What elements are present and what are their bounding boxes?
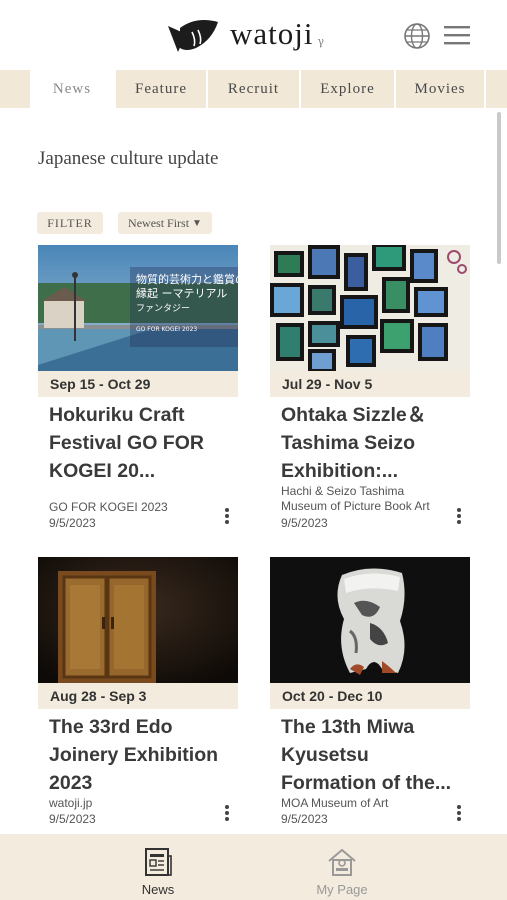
more-options-icon[interactable] <box>456 804 462 822</box>
poster-text-fantasy: ファンタジー <box>136 303 190 314</box>
logo-text: watoji <box>230 16 314 51</box>
publish-date: 9/5/2023 <box>281 516 328 530</box>
publish-date: 9/5/2023 <box>281 812 328 826</box>
svg-text:物質的芸術力と鑑賞の: 物質的芸術力と鑑賞の <box>136 272 238 286</box>
event-date: Aug 28 - Sep 3 <box>38 683 238 709</box>
hamburger-menu-icon[interactable] <box>444 24 470 46</box>
article-source: GO FOR KOGEI 2023 <box>49 500 168 514</box>
article-image <box>270 557 470 683</box>
tab-feature[interactable]: Feature <box>114 70 206 108</box>
sort-dropdown[interactable]: Newest First ▼ <box>118 212 212 234</box>
caret-down-icon: ▼ <box>192 217 202 229</box>
section-title: Japanese culture update <box>38 148 219 169</box>
nav-my-page-label: My Page <box>316 882 368 897</box>
house-icon <box>328 848 356 876</box>
tab-next-partial[interactable] <box>484 70 507 108</box>
article-title[interactable]: The 13th Miwa Kyusetsu Formation of the.… <box>281 713 466 797</box>
event-date: Oct 20 - Dec 10 <box>270 683 470 709</box>
sort-label: Newest First <box>128 215 190 230</box>
nav-news-label: News <box>141 882 175 897</box>
article-title[interactable]: Hokuriku Craft Festival GO FOR KOGEI 20.… <box>49 401 234 485</box>
article-source: Hachi & Seizo Tashima Museum of Picture … <box>281 484 430 513</box>
article-card[interactable]: 物質的芸術力と鑑賞の 縁起 ーマテリアル ファンタジー GO FOR KOGEI… <box>38 245 238 535</box>
article-image: 物質的芸術力と鑑賞の 縁起 ーマテリアル ファンタジー GO FOR KOGEI… <box>38 245 238 371</box>
logo-sup: γ <box>317 35 325 48</box>
article-image <box>270 245 470 371</box>
article-card[interactable]: Aug 28 - Sep 3 The 33rd Edo Joinery Exhi… <box>38 557 238 829</box>
svg-text:縁起 ーマテリアル: 縁起 ーマテリアル <box>136 286 227 300</box>
event-date: Sep 15 - Oct 29 <box>38 371 238 397</box>
globe-icon[interactable] <box>403 22 431 50</box>
article-title[interactable]: The 33rd Edo Joinery Exhibition 2023 <box>49 713 234 797</box>
poster-text-go-for-kogei: GO FOR KOGEI 2023 <box>136 326 197 333</box>
more-options-icon[interactable] <box>224 804 230 822</box>
more-options-icon[interactable] <box>456 507 462 525</box>
tab-recruit[interactable]: Recruit <box>206 70 299 108</box>
watoji-logo[interactable]: watoji γ <box>166 14 324 54</box>
tab-left-edge <box>0 70 30 108</box>
nav-my-page[interactable]: My Page <box>282 834 402 900</box>
article-source: MOA Museum of Art <box>281 796 389 810</box>
article-card[interactable]: Jul 29 - Nov 5 Ohtaka Sizzle＆ Tashima Se… <box>270 245 470 535</box>
app-header: watoji γ <box>0 0 507 70</box>
scrollbar[interactable] <box>497 112 501 264</box>
article-title[interactable]: Ohtaka Sizzle＆ Tashima Seizo Exhibition:… <box>281 401 466 485</box>
category-tabs: News Feature Recruit Explore Movies <box>0 70 507 108</box>
newspaper-icon <box>145 848 172 876</box>
nav-news[interactable]: News <box>98 834 218 900</box>
event-date: Jul 29 - Nov 5 <box>270 371 470 397</box>
filter-button[interactable]: FILTER <box>37 212 103 234</box>
tab-explore[interactable]: Explore <box>299 70 394 108</box>
tab-news[interactable]: News <box>30 70 114 108</box>
bottom-navigation: News My Page <box>0 834 507 900</box>
article-source: watoji.jp <box>49 796 93 810</box>
publish-date: 9/5/2023 <box>49 812 96 826</box>
publish-date: 9/5/2023 <box>49 516 96 530</box>
tab-movies[interactable]: Movies <box>394 70 484 108</box>
more-options-icon[interactable] <box>224 507 230 525</box>
article-card[interactable]: Oct 20 - Dec 10 The 13th Miwa Kyusetsu F… <box>270 557 470 829</box>
article-image <box>38 557 238 683</box>
logo-mark-icon <box>168 20 218 52</box>
